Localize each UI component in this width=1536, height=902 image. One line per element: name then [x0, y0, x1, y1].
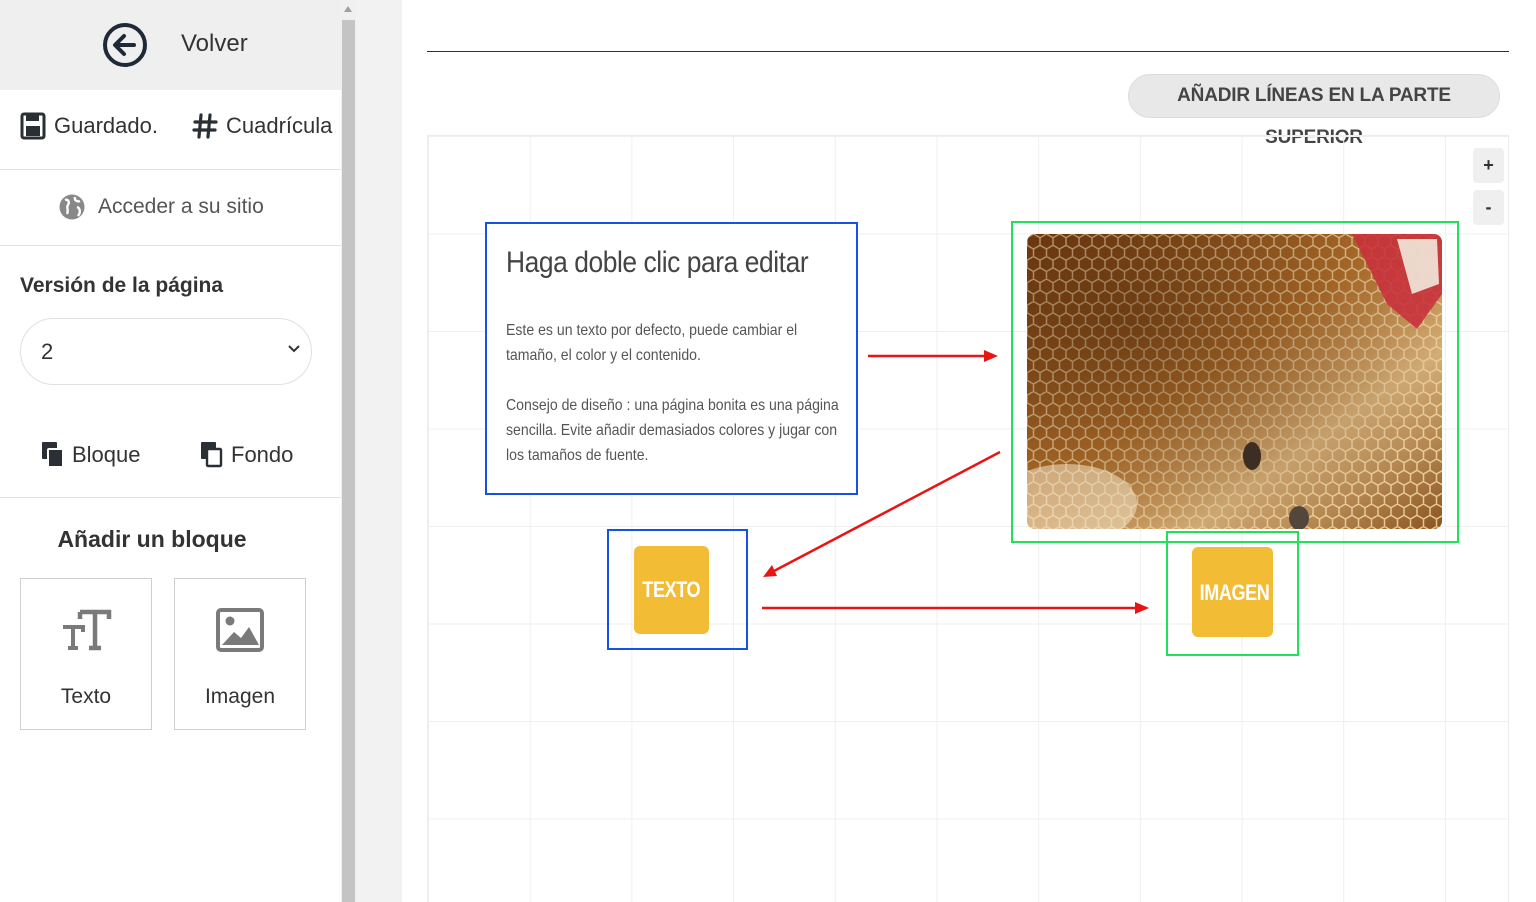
grid-label: Cuadrícula: [226, 113, 333, 138]
site-row: Acceder a su sitio: [0, 170, 341, 246]
texto-label: TEXTO: [642, 577, 701, 602]
image-icon: [216, 608, 264, 652]
block-background-row: Bloque Fondo: [0, 420, 341, 498]
add-block-title: Añadir un bloque: [57, 526, 247, 552]
tools-row: Guardado. Cuadrícula: [0, 90, 341, 170]
imagen-label: IMAGEN: [1199, 580, 1270, 605]
add-image-block-card[interactable]: Imagen: [174, 578, 306, 730]
text-size-icon: [63, 609, 112, 651]
top-divider-line: [427, 51, 1509, 52]
copy-icon: [42, 442, 64, 468]
add-image-label: Imagen: [204, 685, 276, 708]
zoom-in-button[interactable]: +: [1473, 148, 1504, 183]
block-button[interactable]: Bloque: [40, 440, 141, 470]
text-block-title: Haga doble clic para editar: [506, 246, 809, 279]
globe-icon: [59, 194, 85, 220]
page-version-value: 2: [41, 339, 54, 364]
text-block-paragraph-2: Consejo de diseño : una página bonita es…: [506, 397, 839, 464]
block-label: Bloque: [72, 442, 141, 467]
zoom-out-button[interactable]: -: [1473, 190, 1504, 225]
background-label: Fondo: [231, 442, 294, 467]
floppy-disk-icon: [20, 112, 46, 140]
scroll-up-arrow-icon[interactable]: [344, 6, 352, 12]
add-lines-top-button[interactable]: AÑADIR LÍNEAS EN LA PARTE SUPERIOR: [1128, 74, 1500, 148]
back-button[interactable]: Volver: [0, 0, 341, 90]
back-arrow-icon: [103, 23, 147, 67]
text-block-paragraph-1: Este es un texto por defecto, puede camb…: [506, 322, 798, 364]
saved-button[interactable]: Guardado.: [20, 112, 158, 140]
access-site-link[interactable]: Acceder a su sitio: [58, 192, 264, 222]
editor-sidebar: Volver Guardado. Cuadrícula Acceder a su…: [0, 0, 341, 902]
page-version-select[interactable]: 2: [20, 318, 312, 385]
text-block[interactable]: Haga doble clic para editar Este es un t…: [485, 222, 858, 495]
back-label: Volver: [181, 30, 248, 57]
background-button[interactable]: Fondo: [199, 440, 293, 470]
hash-icon: [192, 113, 218, 139]
access-site-label: Acceder a su sitio: [98, 195, 264, 218]
honeycomb-photo[interactable]: [1027, 234, 1442, 529]
saved-label: Guardado.: [54, 113, 158, 138]
imagen-button[interactable]: IMAGEN: [1192, 547, 1273, 637]
add-text-label: Texto: [60, 685, 112, 708]
grid-toggle-button[interactable]: Cuadrícula: [192, 112, 332, 140]
copy-outline-icon: [201, 442, 223, 468]
page-version-title: Versión de la página: [20, 274, 224, 297]
chevron-down-icon: [288, 345, 300, 353]
texto-button[interactable]: TEXTO: [634, 546, 709, 634]
add-text-block-card[interactable]: Texto: [20, 578, 152, 730]
sidebar-scrollbar-thumb[interactable]: [342, 20, 355, 902]
canvas-gutter: [356, 0, 402, 902]
